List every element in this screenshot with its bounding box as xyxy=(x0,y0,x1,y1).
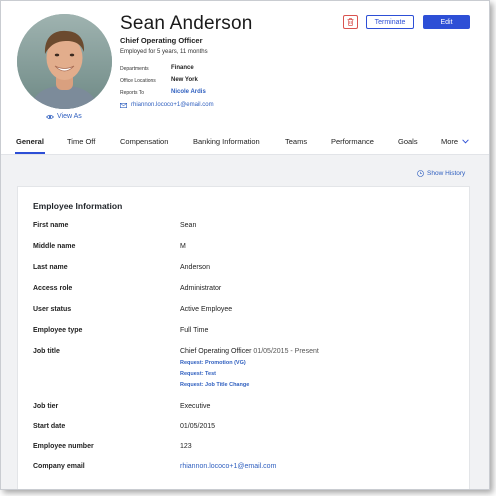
user-status-value: Active Employee xyxy=(180,306,233,313)
tab-performance[interactable]: Performance xyxy=(331,137,374,146)
profile-email-text: rhiannon.lococo+1@email.com xyxy=(131,102,214,108)
user-status-label: User status xyxy=(33,306,72,313)
departments-value: Finance xyxy=(171,65,194,71)
terminate-button[interactable]: Terminate xyxy=(366,15,414,29)
middle-name-label: Middle name xyxy=(33,243,76,250)
employee-number-value: 123 xyxy=(180,443,192,450)
employee-number-label: Employee number xyxy=(33,443,94,450)
view-as-label: View As xyxy=(57,113,82,120)
reports-to-label: Reports To xyxy=(120,90,145,96)
tab-goals[interactable]: Goals xyxy=(398,137,418,146)
view-as-link[interactable]: View As xyxy=(46,113,82,120)
tab-time-off[interactable]: Time Off xyxy=(67,137,95,146)
employee-tenure: Employed for 5 years, 11 months xyxy=(120,49,208,55)
job-title-date-range: 01/05/2015 - Present xyxy=(253,348,319,355)
last-name-value: Anderson xyxy=(180,264,210,271)
tab-banking-information[interactable]: Banking Information xyxy=(193,137,260,146)
clock-icon xyxy=(417,170,424,177)
employee-information-card: Employee Information First name Sean Mid… xyxy=(17,186,470,489)
show-history-label: Show History xyxy=(427,170,466,177)
delete-button[interactable] xyxy=(343,15,358,29)
reports-to-link[interactable]: Nicole Ardis xyxy=(171,89,206,95)
profile-email-link[interactable]: rhiannon.lococo+1@email.com xyxy=(120,102,214,108)
employee-name: Sean Anderson xyxy=(120,13,253,34)
start-date-value: 01/05/2015 xyxy=(180,423,216,430)
tab-teams[interactable]: Teams xyxy=(285,137,307,146)
tab-more-label: More xyxy=(441,137,459,146)
eye-icon xyxy=(46,114,54,119)
avatar xyxy=(17,14,112,109)
access-role-value: Administrator xyxy=(180,285,222,292)
company-email-link[interactable]: rhiannon.lococo+1@email.com xyxy=(180,463,276,470)
office-locations-label: Office Locations xyxy=(120,78,156,84)
tab-compensation[interactable]: Compensation xyxy=(120,137,168,146)
job-title-label: Job title xyxy=(33,348,60,355)
tab-more[interactable]: More xyxy=(441,137,469,146)
employee-job-title: Chief Operating Officer xyxy=(120,36,203,45)
request-link[interactable]: Request: Promotion (VG) xyxy=(180,360,246,366)
card-title: Employee Information xyxy=(33,201,123,211)
last-name-label: Last name xyxy=(33,264,68,271)
employee-type-label: Employee type xyxy=(33,327,83,334)
job-tier-label: Job tier xyxy=(33,403,59,410)
profile-tabs: General Time Off Compensation Banking In… xyxy=(1,132,489,155)
job-title-text: Chief Operating Officer xyxy=(180,348,252,355)
company-email-label: Company email xyxy=(33,463,85,470)
trash-icon xyxy=(347,18,354,26)
start-date-label: Start date xyxy=(33,423,66,430)
middle-name-value: M xyxy=(180,243,186,250)
active-tab-indicator xyxy=(15,152,45,154)
employee-profile-window: View As Sean Anderson Chief Operating Of… xyxy=(0,0,490,490)
first-name-value: Sean xyxy=(180,222,197,229)
mail-icon xyxy=(120,102,127,108)
employee-type-value: Full Time xyxy=(180,327,209,334)
request-link[interactable]: Request: Job Title Change xyxy=(180,382,249,388)
chevron-down-icon xyxy=(462,139,469,144)
tab-general[interactable]: General xyxy=(16,137,44,146)
show-history-link[interactable]: Show History xyxy=(417,170,465,177)
access-role-label: Access role xyxy=(33,285,73,292)
office-locations-value: New York xyxy=(171,77,198,83)
job-tier-value: Executive xyxy=(180,403,211,410)
request-link[interactable]: Request: Test xyxy=(180,371,216,377)
first-name-label: First name xyxy=(33,222,69,229)
departments-label: Departments xyxy=(120,66,149,72)
avatar-photo xyxy=(17,14,112,109)
job-title-value: Chief Operating Officer 01/05/2015 - Pre… xyxy=(180,348,319,355)
edit-button[interactable]: Edit xyxy=(423,15,470,29)
